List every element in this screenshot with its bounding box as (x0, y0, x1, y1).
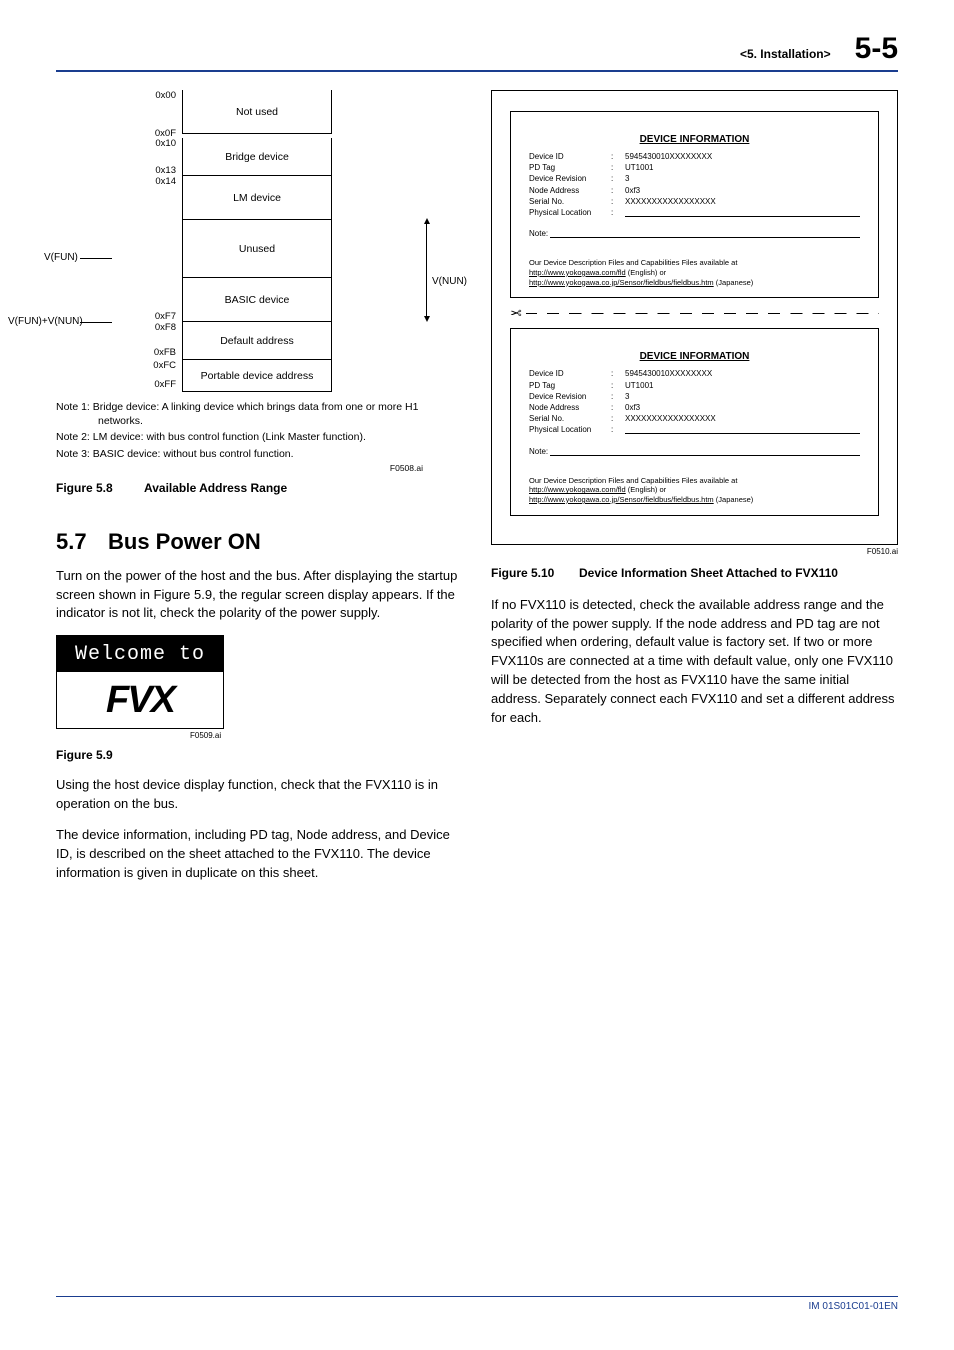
fig510-ref: F0510.ai (491, 547, 898, 556)
note-1: Note 1: Bridge device: A linking device … (56, 400, 463, 428)
para-4: If no FVX110 is detected, check the avai… (491, 596, 898, 728)
scissors-icon: ✂ (510, 305, 522, 322)
addr-box-unused: Unused (182, 220, 332, 278)
physical-location-blank (625, 207, 860, 217)
note-blank (550, 228, 860, 238)
link-english-2[interactable]: http://www.yokogawa.com/fld (529, 485, 626, 494)
address-range-diagram: V(FUN) V(FUN)+V(NUN) V(NUN) 0x00 Not use… (92, 90, 463, 392)
cut-line: ✂ (510, 298, 879, 328)
para-3: The device information, including PD tag… (56, 826, 463, 883)
vfun-label: V(FUN) (44, 252, 78, 263)
doc-id: IM 01S01C01-01EN (809, 1301, 899, 1312)
para-1: Turn on the power of the host and the bu… (56, 567, 463, 624)
fig58-caption: Figure 5.8Available Address Range (56, 481, 463, 495)
addr-box-default: Default address (182, 322, 332, 360)
link-japanese-2[interactable]: http://www.yokogawa.co.jp/Sensor/fieldbu… (529, 495, 714, 504)
page-number: 5-5 (855, 32, 898, 66)
addr-box-basic: BASIC device (182, 278, 332, 322)
addr-box-lm: LM device (182, 176, 332, 220)
device-info-sheet-1: DEVICE INFORMATION Device ID:5945430010X… (510, 111, 879, 298)
left-column: V(FUN) V(FUN)+V(NUN) V(NUN) 0x00 Not use… (56, 90, 463, 894)
diagram-notes: Note 1: Bridge device: A linking device … (56, 400, 463, 461)
lcd-line-2: FVX (57, 672, 223, 728)
chapter-label: <5. Installation> (740, 47, 831, 61)
sheet-title: DEVICE INFORMATION (529, 134, 860, 145)
vnun-label: V(NUN) (432, 276, 467, 287)
device-info-sheet-2: DEVICE INFORMATION Device ID:5945430010X… (510, 328, 879, 515)
addr-box-not-used: Not used (182, 90, 332, 134)
device-info-sheet-wrap: DEVICE INFORMATION Device ID:5945430010X… (491, 90, 898, 545)
para-2: Using the host device display function, … (56, 776, 463, 814)
note-2: Note 2: LM device: with bus control func… (56, 430, 463, 444)
lcd-welcome: Welcome to FVX (56, 635, 224, 729)
section-5-7-heading: 5.7Bus Power ON (56, 529, 463, 555)
fig510-caption: Figure 5.10 Device Information Sheet Att… (491, 566, 898, 580)
addr-box-portable: Portable device address (182, 360, 332, 392)
sheet-footer: Our Device Description Files and Capabil… (529, 258, 860, 287)
page-footer: IM 01S01C01-01EN (56, 1296, 898, 1312)
lcd-line-1: Welcome to (57, 636, 223, 672)
link-english[interactable]: http://www.yokogawa.com/fld (529, 268, 626, 277)
fig59-ref: F0509.ai (190, 731, 463, 740)
fig59-caption: Figure 5.9 (56, 748, 463, 762)
note-3: Note 3: BASIC device: without bus contro… (56, 447, 463, 461)
link-japanese[interactable]: http://www.yokogawa.co.jp/Sensor/fieldbu… (529, 278, 714, 287)
page-header: <5. Installation> 5-5 (56, 32, 898, 72)
vfun-vnun-label: V(FUN)+V(NUN) (8, 316, 83, 327)
fig58-ref: F0508.ai (56, 463, 463, 473)
right-column: DEVICE INFORMATION Device ID:5945430010X… (491, 90, 898, 894)
